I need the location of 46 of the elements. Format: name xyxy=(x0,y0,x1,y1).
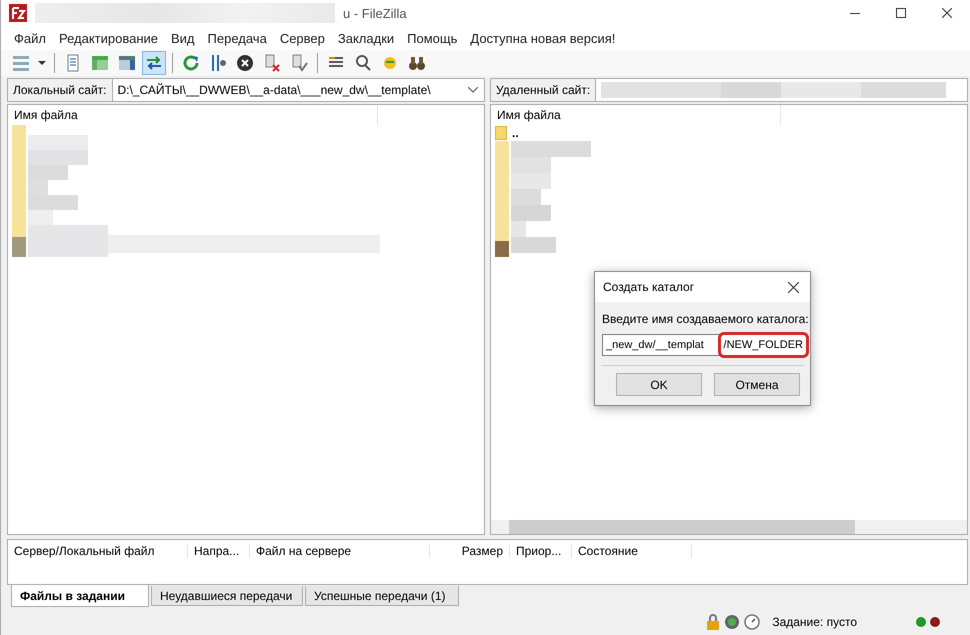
dialog-button[interactable]: Отмена xyxy=(714,373,800,396)
refresh-icon xyxy=(181,53,201,73)
column-header[interactable]: Сервер/Локальный файл xyxy=(8,544,188,558)
column-header[interactable]: Файл на сервере xyxy=(250,544,430,558)
chevron-icon xyxy=(468,87,478,93)
caret-icon xyxy=(38,61,46,65)
field-value: _new_dw/__templat xyxy=(606,339,704,351)
menu-item[interactable]: Доступна новая версия! xyxy=(470,30,616,46)
window-title: u - FileZilla xyxy=(343,6,407,20)
column-header[interactable]: Напра... xyxy=(188,544,250,558)
maximize-icon xyxy=(896,8,906,18)
cancel-icon xyxy=(235,53,255,73)
dialog-title: Создать каталог xyxy=(603,280,694,294)
close-icon xyxy=(788,282,798,292)
site-label: Локальный сайт: xyxy=(8,79,112,101)
menu-item[interactable]: Закладки xyxy=(338,30,394,46)
menu-item[interactable]: Сервер xyxy=(280,30,325,46)
site-label: Удаленный сайт: xyxy=(491,79,596,101)
menu-item[interactable]: Помощь xyxy=(407,30,458,46)
menu-item[interactable]: Передача xyxy=(208,30,267,46)
speedometer-icon xyxy=(744,614,760,630)
queue-status: Задание: пусто xyxy=(772,614,857,628)
minimize-icon xyxy=(850,12,860,14)
queue-tab[interactable]: Успешные передачи (1) xyxy=(305,586,459,606)
highlighted-text: /NEW_FOLDER xyxy=(718,332,809,358)
menu-item[interactable]: Файл xyxy=(14,30,46,46)
panel-layout-icon xyxy=(90,53,110,73)
lock-icon xyxy=(706,614,720,630)
network-icon xyxy=(11,53,31,73)
dialog-button[interactable]: OK xyxy=(616,373,702,396)
prompt-text: Введите имя создаваемого каталога: xyxy=(602,312,810,326)
folder-icon xyxy=(495,126,507,140)
parent-directory[interactable]: .. xyxy=(512,126,519,140)
app-logo-icon xyxy=(9,4,27,22)
column-header[interactable]: Приор... xyxy=(510,544,572,558)
panel-layout-icon xyxy=(117,53,137,73)
menu-item[interactable]: Вид xyxy=(171,30,195,46)
column-header[interactable]: Размер xyxy=(430,544,510,558)
column-header[interactable]: Имя файла xyxy=(491,105,781,125)
scrollbar-thumb[interactable] xyxy=(509,520,855,534)
column-header[interactable]: Состояние xyxy=(572,544,692,558)
menu-item[interactable]: Редактирование xyxy=(58,30,158,46)
queue-tab[interactable]: Неудавшиеся передачи xyxy=(151,586,303,606)
close-icon xyxy=(942,8,952,18)
search-icon xyxy=(353,53,373,73)
queue-tab[interactable]: Файлы в задании xyxy=(11,585,149,607)
